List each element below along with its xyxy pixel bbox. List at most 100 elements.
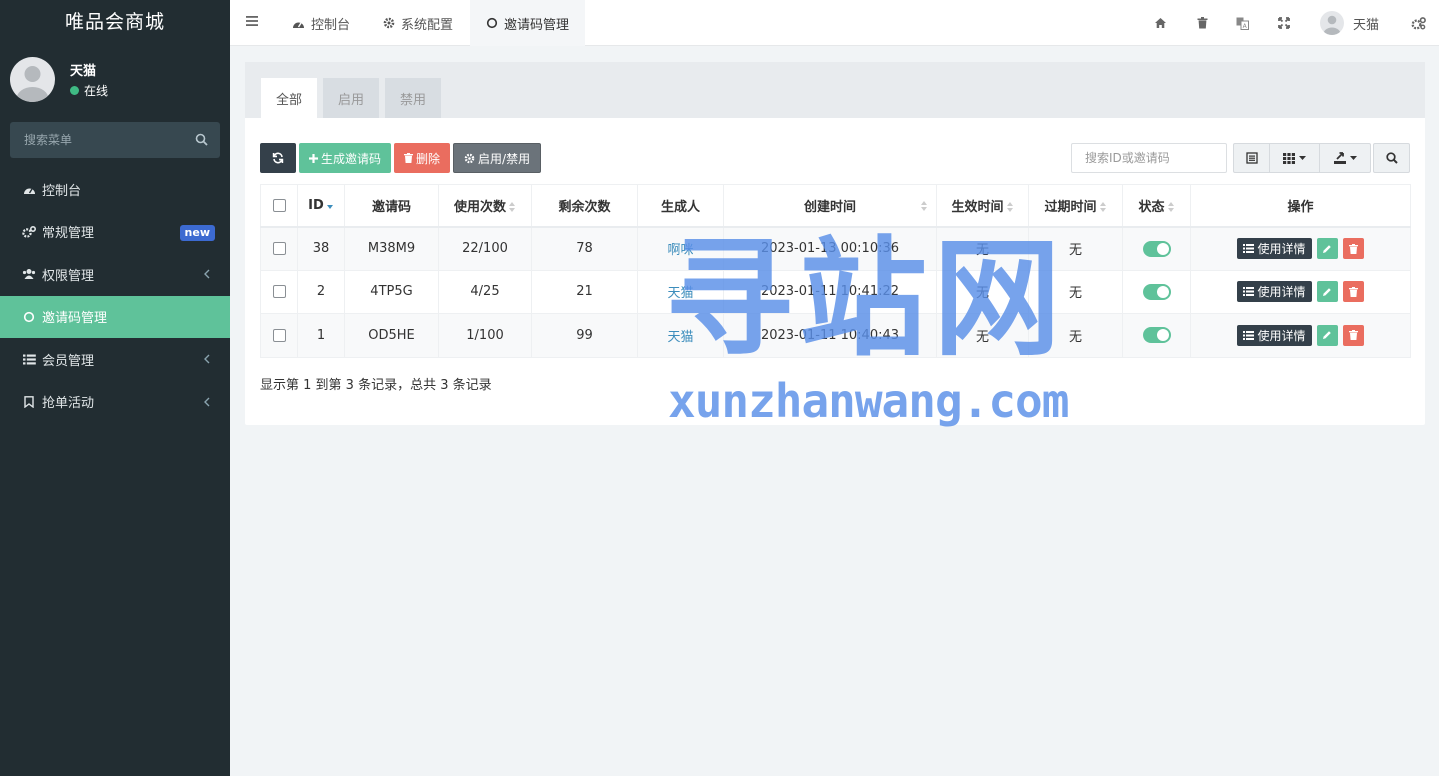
cell-expire-time: 无 bbox=[1028, 313, 1123, 358]
delete-row-button[interactable] bbox=[1342, 281, 1364, 303]
cogs-icon[interactable] bbox=[1411, 0, 1426, 46]
brand-title[interactable]: 唯品会商城 bbox=[0, 0, 230, 46]
row-checkbox[interactable] bbox=[272, 242, 286, 255]
table-search-input[interactable] bbox=[1072, 144, 1226, 172]
cell-id: 38 bbox=[297, 226, 345, 271]
user-status: 在线 bbox=[70, 82, 108, 99]
row-checkbox[interactable] bbox=[272, 285, 286, 299]
column-label: 创建时间 bbox=[803, 199, 856, 215]
creator-link[interactable]: 天猫 bbox=[667, 330, 693, 345]
menu-toggle-icon[interactable] bbox=[246, 15, 258, 31]
column-label: 操作 bbox=[1287, 199, 1314, 215]
list-icon bbox=[1243, 330, 1255, 340]
bookmark-icon bbox=[22, 395, 36, 408]
sidebar-item-permission[interactable]: 权限管理 bbox=[0, 253, 230, 296]
top-nav: 控制台 系统配置 邀请码管理 A 天猫 bbox=[230, 0, 1439, 46]
column-header-id[interactable]: ID bbox=[297, 184, 345, 228]
tab-label: 系统配置 bbox=[401, 17, 454, 33]
tab-disabled[interactable]: 禁用 bbox=[385, 78, 441, 118]
column-header-status[interactable]: 状态 bbox=[1122, 184, 1191, 228]
toggle-status-button[interactable]: 启用/禁用 bbox=[453, 143, 542, 173]
columns-dropdown-button[interactable] bbox=[1270, 144, 1320, 172]
home-icon[interactable] bbox=[1154, 0, 1167, 46]
column-label: 邀请码 bbox=[371, 199, 411, 215]
status-toggle[interactable] bbox=[1142, 283, 1171, 300]
cell-status bbox=[1122, 269, 1191, 314]
column-label: 剩余次数 bbox=[558, 199, 611, 215]
sidebar-item-grab-order[interactable]: 抢单活动 bbox=[0, 381, 230, 424]
cell-actions: 使用详情 bbox=[1190, 269, 1411, 314]
usage-detail-button[interactable]: 使用详情 bbox=[1237, 281, 1312, 303]
fullscreen-icon[interactable] bbox=[1278, 0, 1290, 46]
sidebar-item-member[interactable]: 会员管理 bbox=[0, 338, 230, 381]
tab-enabled[interactable]: 启用 bbox=[323, 78, 379, 118]
sidebar-item-dashboard[interactable]: 控制台 bbox=[0, 168, 230, 211]
list-icon bbox=[22, 354, 36, 365]
delete-row-button[interactable] bbox=[1342, 238, 1364, 259]
usage-detail-label: 使用详情 bbox=[1257, 328, 1306, 343]
tab-label: 邀请码管理 bbox=[504, 17, 570, 33]
usage-detail-button[interactable]: 使用详情 bbox=[1237, 324, 1312, 346]
search-icon[interactable] bbox=[195, 133, 208, 150]
column-header-effective-time[interactable]: 生效时间 bbox=[936, 184, 1029, 228]
sidebar-item-label: 邀请码管理 bbox=[42, 311, 108, 327]
select-all-checkbox[interactable] bbox=[272, 198, 286, 212]
tab-label: 控制台 bbox=[311, 17, 351, 33]
edit-button[interactable] bbox=[1316, 238, 1338, 259]
toggle-view-button[interactable] bbox=[1234, 144, 1270, 172]
sidebar-search-input[interactable] bbox=[10, 122, 190, 158]
column-header-code: 邀请码 bbox=[344, 184, 439, 228]
row-select-cell bbox=[260, 226, 298, 271]
column-header-created-time[interactable]: 创建时间 bbox=[723, 184, 937, 228]
cell-effective-time: 无 bbox=[936, 313, 1029, 358]
select-all-cell bbox=[260, 184, 298, 228]
pencil-icon bbox=[1322, 330, 1332, 340]
tab-invite-code[interactable]: 邀请码管理 bbox=[470, 0, 586, 46]
translate-icon[interactable]: A bbox=[1236, 0, 1249, 46]
trash-icon[interactable] bbox=[1197, 0, 1208, 46]
table-search bbox=[1071, 143, 1227, 173]
cell-effective-time: 无 bbox=[936, 226, 1029, 271]
circle-icon bbox=[22, 311, 36, 323]
tab-all[interactable]: 全部 bbox=[261, 78, 317, 118]
delete-row-button[interactable] bbox=[1342, 324, 1364, 346]
cell-actions: 使用详情 bbox=[1190, 313, 1411, 358]
status-toggle[interactable] bbox=[1142, 327, 1171, 344]
cell-effective-time: 无 bbox=[936, 269, 1029, 314]
column-header-expire-time[interactable]: 过期时间 bbox=[1028, 184, 1123, 228]
usage-detail-label: 使用详情 bbox=[1257, 242, 1306, 256]
export-dropdown-button[interactable] bbox=[1320, 144, 1370, 172]
cell-used: 1/100 bbox=[438, 313, 532, 358]
cell-id: 2 bbox=[297, 269, 345, 314]
row-checkbox[interactable] bbox=[272, 328, 286, 342]
creator-link[interactable]: 天猫 bbox=[667, 286, 693, 301]
sidebar-item-general[interactable]: 常规管理 new bbox=[0, 211, 230, 254]
search-button[interactable] bbox=[1373, 143, 1410, 173]
creator-link[interactable]: 啊咪 bbox=[667, 243, 693, 258]
cell-expire-time: 无 bbox=[1028, 226, 1123, 271]
delete-button[interactable]: 删除 bbox=[394, 143, 451, 173]
cell-created-time: 2023-01-11 10:40:43 bbox=[723, 313, 937, 358]
column-header-remaining: 剩余次数 bbox=[531, 184, 638, 228]
search-icon bbox=[1385, 152, 1398, 164]
column-label: ID bbox=[308, 197, 324, 213]
column-label: 生效时间 bbox=[951, 199, 1004, 215]
generate-code-button[interactable]: 生成邀请码 bbox=[299, 143, 392, 173]
sidebar-item-invite-code[interactable]: 邀请码管理 bbox=[0, 295, 230, 338]
table-header-row: ID 邀请码 使用次数 剩余次数 生成人 创建时间 生效时间 过期时间 状态 操… bbox=[260, 184, 1411, 228]
usage-detail-button[interactable]: 使用详情 bbox=[1237, 238, 1312, 259]
avatar bbox=[10, 57, 55, 102]
usage-detail-label: 使用详情 bbox=[1257, 285, 1306, 300]
sort-icon bbox=[1006, 200, 1014, 214]
edit-button[interactable] bbox=[1316, 324, 1338, 346]
status-toggle[interactable] bbox=[1142, 240, 1171, 257]
nav-user-menu[interactable]: 天猫 bbox=[1320, 0, 1379, 46]
chevron-left-icon bbox=[204, 268, 210, 283]
tab-dashboard[interactable]: 控制台 bbox=[276, 0, 366, 46]
column-header-actions: 操作 bbox=[1190, 184, 1411, 228]
column-header-used[interactable]: 使用次数 bbox=[438, 184, 532, 228]
tab-system-config[interactable]: 系统配置 bbox=[367, 0, 469, 46]
edit-button[interactable] bbox=[1316, 281, 1338, 303]
cell-code: OD5HE bbox=[344, 313, 439, 358]
refresh-button[interactable] bbox=[260, 143, 296, 173]
